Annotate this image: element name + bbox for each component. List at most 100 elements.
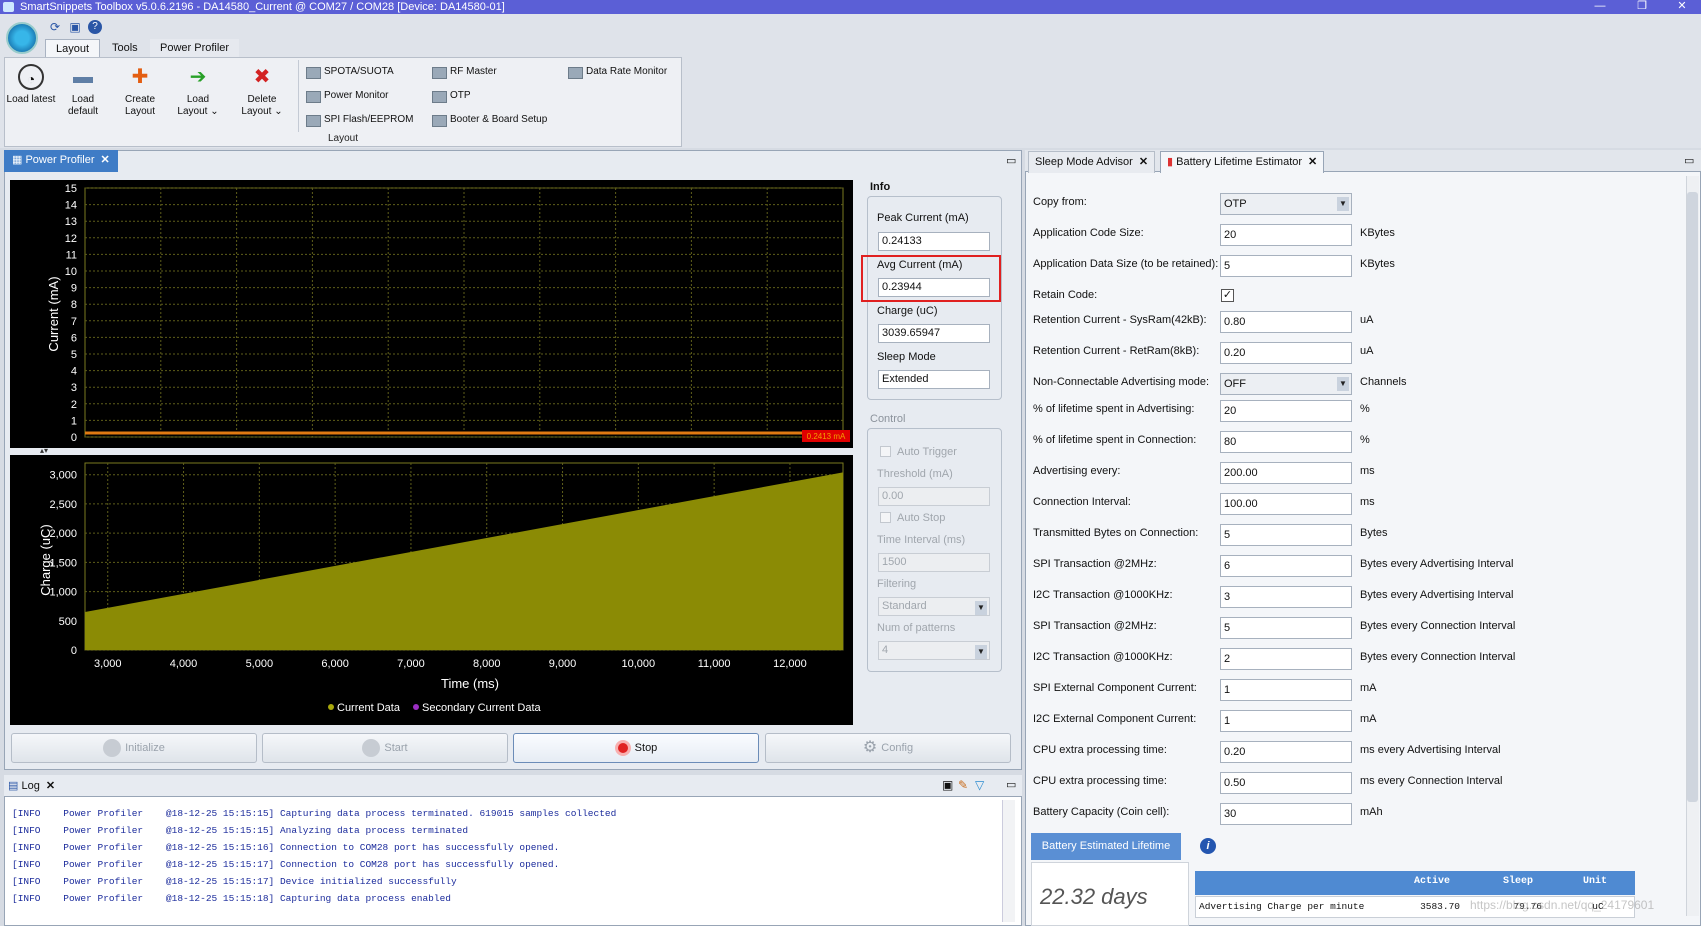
estimator-field[interactable]: 0.50 (1220, 772, 1352, 794)
log-line: [INFO Power Profiler @18-12-25 15:15:17]… (12, 859, 560, 870)
sleep-mode-field[interactable]: Extended (878, 370, 990, 389)
estimator-field[interactable]: 2 (1220, 648, 1352, 670)
y-tick-label: 0 (71, 645, 77, 657)
retain-code-checkbox[interactable]: ✓ (1221, 289, 1234, 302)
minimize-button[interactable]: — (1580, 0, 1620, 14)
refresh-icon[interactable]: ⟳ (48, 20, 62, 34)
estimator-field[interactable]: 1 (1220, 710, 1352, 732)
estimator-field[interactable]: 20 (1220, 400, 1352, 422)
estimator-label: Copy from: (1033, 196, 1087, 208)
log-line: [INFO Power Profiler @18-12-25 15:15:15]… (12, 808, 617, 819)
tab-sleep-mode-advisor[interactable]: Sleep Mode Advisor ✕ (1028, 151, 1156, 173)
tab-log[interactable]: ▤ Log ✕ (8, 776, 55, 798)
filter-icon[interactable]: ▽ (975, 778, 984, 792)
ribbon-tab-tools[interactable]: Tools (102, 39, 148, 57)
ribbon-tab-layout[interactable]: Layout (45, 39, 101, 57)
log-scrollbar[interactable] (1002, 800, 1015, 922)
tab-battery-lifetime-estimator[interactable]: ▮ Battery Lifetime Estimator ✕ (1160, 151, 1325, 173)
x-tick-label: 6,000 (321, 658, 349, 670)
initialize-button[interactable]: Initialize (11, 733, 257, 763)
save-icon[interactable]: ▣ (68, 20, 82, 34)
splitter-arrows[interactable]: ▴▾ (40, 447, 60, 455)
close-window-button[interactable]: ✕ (1662, 0, 1701, 14)
clear-log-icon[interactable]: ✎ (958, 778, 968, 792)
lifetime-label: Battery Estimated Lifetime (1031, 833, 1181, 860)
estimator-label: CPU extra processing time: (1033, 744, 1167, 756)
charge-field[interactable]: 3039.65947 (878, 324, 990, 343)
estimator-field[interactable]: 0.20 (1220, 342, 1352, 364)
auto-stop-checkbox[interactable]: Auto Stop (880, 512, 945, 524)
control-title: Control (870, 413, 906, 425)
estimator-label: Application Code Size: (1033, 227, 1144, 239)
delete-layout-button[interactable]: ✖ Delete Layout ⌄ (236, 64, 288, 118)
x-tick-label: 5,000 (246, 658, 274, 670)
data-rate-monitor-button[interactable]: Data Rate Monitor (568, 64, 667, 80)
estimator-scrollbar[interactable] (1686, 176, 1699, 916)
time-axis-label: Time (ms) (441, 676, 499, 691)
spi-flash-eeprom-button[interactable]: SPI Flash/EEPROM (306, 112, 413, 128)
y-tick-label: 10 (65, 266, 77, 278)
legend-secondary-data: Secondary Current Data (422, 702, 541, 714)
save-log-icon[interactable]: ▣ (942, 778, 953, 792)
gear-icon: ⚙ (862, 739, 878, 757)
estimator-field[interactable]: 0.80 (1220, 311, 1352, 333)
load-latest-button[interactable]: ◔ Load latest (5, 64, 57, 106)
auto-stop-box[interactable] (880, 512, 891, 523)
estimator-field[interactable]: 3 (1220, 586, 1352, 608)
load-default-button[interactable]: ▬ Load default (57, 64, 109, 118)
auto-trigger-checkbox[interactable]: Auto Trigger (880, 446, 957, 458)
auto-trigger-box[interactable] (880, 446, 891, 457)
threshold-field[interactable]: 0.00 (878, 487, 990, 506)
estimator-field[interactable]: 0.20 (1220, 741, 1352, 763)
initialize-icon (103, 739, 122, 758)
peak-current-field[interactable]: 0.24133 (878, 232, 990, 251)
close-log-icon[interactable]: ✕ (46, 780, 55, 792)
maximize-log-icon[interactable]: ▭ (1006, 778, 1016, 791)
start-button[interactable]: Start (262, 733, 508, 763)
current-axis-label: Current (mA) (46, 276, 61, 351)
estimator-unit: mA (1360, 682, 1377, 694)
app-menu-orb-button[interactable] (6, 22, 38, 54)
config-button[interactable]: ⚙ Config (765, 733, 1011, 763)
close-tab-icon[interactable]: ✕ (101, 154, 110, 166)
estimator-field[interactable]: 5 (1220, 255, 1352, 277)
scrollbar-thumb[interactable] (1687, 192, 1698, 802)
estimator-field[interactable]: 30 (1220, 803, 1352, 825)
estimator-field[interactable]: 5 (1220, 524, 1352, 546)
spota-suota-button[interactable]: SPOTA/SUOTA (306, 64, 394, 80)
close-tab-icon[interactable]: ✕ (1308, 156, 1317, 168)
time-interval-field[interactable]: 1500 (878, 553, 990, 572)
estimator-field[interactable]: 100.00 (1220, 493, 1352, 515)
info-icon[interactable]: i (1200, 838, 1216, 854)
tab-power-profiler[interactable]: ▦ Power Profiler ✕ (4, 150, 118, 172)
estimator-field[interactable]: 1 (1220, 679, 1352, 701)
y-tick-label: 4 (71, 366, 77, 378)
help-icon[interactable]: ? (88, 20, 102, 34)
filtering-select[interactable]: Standard (878, 597, 990, 616)
estimator-field[interactable]: 80 (1220, 431, 1352, 453)
rf-master-button[interactable]: RF Master (432, 64, 497, 80)
load-layout-button[interactable]: ➔ Load Layout ⌄ (172, 64, 224, 118)
maximize-button[interactable]: ❐ (1622, 0, 1662, 14)
ribbon-tab-power-profiler[interactable]: Power Profiler (150, 39, 240, 57)
estimator-unit: uA (1360, 314, 1374, 326)
booter-board-setup-button[interactable]: Booter & Board Setup (432, 112, 547, 128)
estimator-field[interactable]: 6 (1220, 555, 1352, 577)
create-layout-button[interactable]: ✚ Create Layout (114, 64, 166, 118)
otp-button[interactable]: OTP (432, 88, 471, 104)
power-monitor-button[interactable]: Power Monitor (306, 88, 388, 104)
close-tab-icon[interactable]: ✕ (1139, 156, 1148, 168)
estimator-select[interactable]: OFF (1220, 373, 1352, 395)
patterns-select[interactable]: 4 (878, 641, 990, 660)
charge-chart: 0 500 1,000 1,500 2,000 2,500 3,000 3,000 4,000 5… (10, 455, 853, 725)
time-interval-label: Time Interval (ms) (877, 534, 966, 546)
header-active: Active (1413, 876, 1450, 887)
estimator-field[interactable]: 5 (1220, 617, 1352, 639)
maximize-panel-icon[interactable]: ▭ (1684, 154, 1694, 167)
estimator-field[interactable]: 200.00 (1220, 462, 1352, 484)
maximize-panel-icon[interactable]: ▭ (1006, 154, 1016, 167)
stop-button[interactable]: Stop (513, 733, 759, 763)
estimator-field[interactable]: 20 (1220, 224, 1352, 246)
y-tick-label: 2 (71, 399, 77, 411)
estimator-select[interactable]: OTP (1220, 193, 1352, 215)
